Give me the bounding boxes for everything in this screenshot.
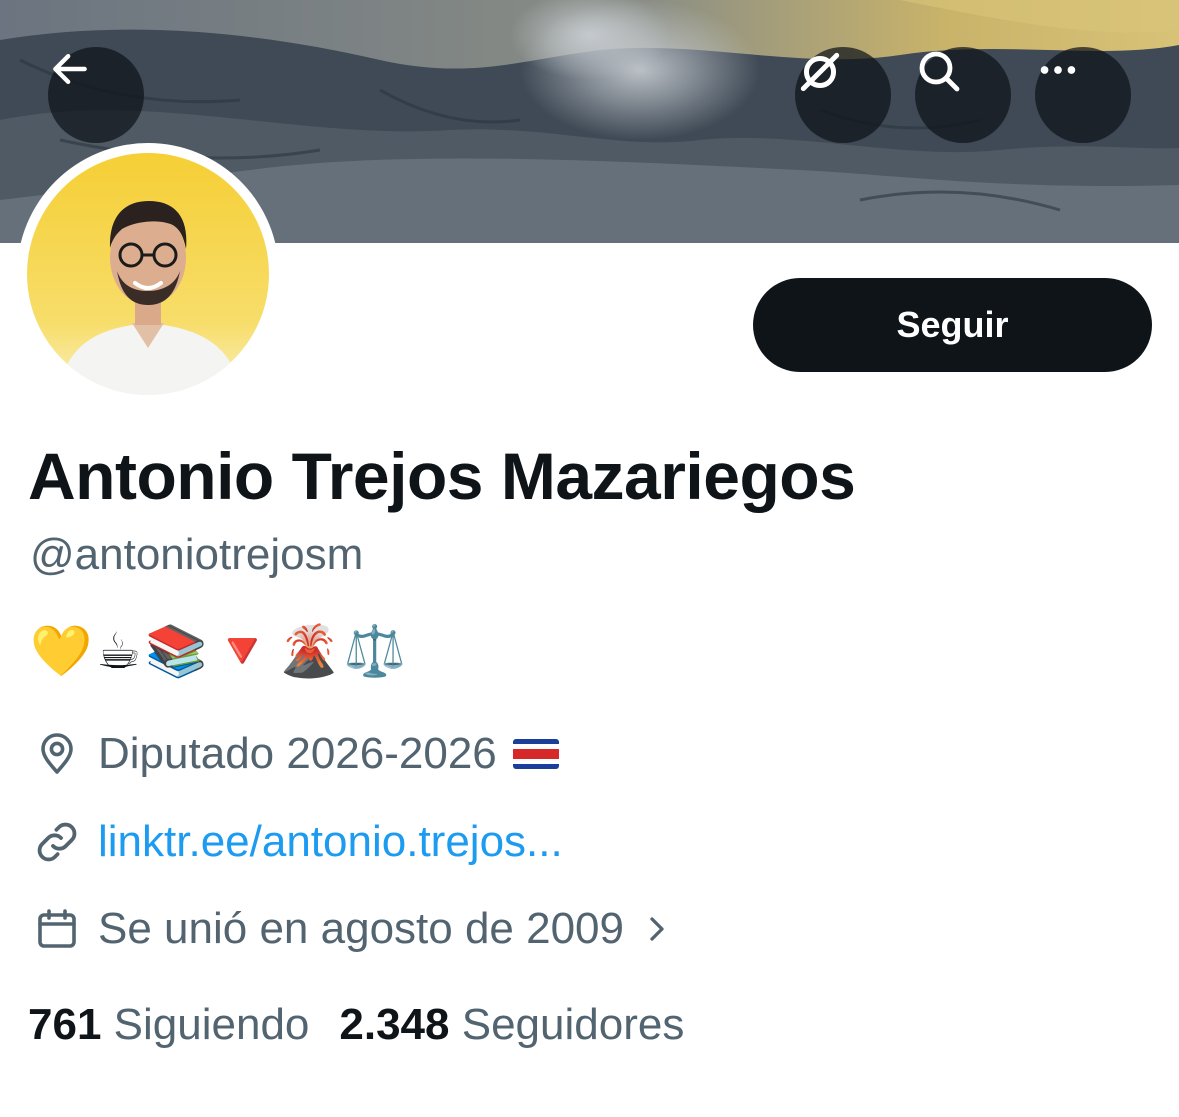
website-row: linktr.ee/antonio.trejos... [30,812,563,872]
followers-link[interactable]: 2.348 Seguidores [339,1000,684,1049]
link-icon [30,815,84,869]
profile-bio: 💛☕📚🔻🌋⚖️ [30,622,411,680]
location-text: Diputado 2026-2026 [98,729,497,778]
follow-button[interactable]: Seguir [753,278,1152,372]
back-button[interactable] [48,47,144,143]
location-pin-icon [30,727,84,781]
following-link[interactable]: 761 Siguiendo [28,1000,309,1049]
profile-avatar[interactable] [17,143,279,405]
following-label: Siguiendo [113,1000,310,1049]
display-name: Antonio Trejos Mazariegos [28,439,856,513]
arrow-left-icon [53,53,87,85]
search-icon [919,51,960,92]
avatar-photo [27,153,269,395]
grok-button[interactable] [795,47,891,143]
following-count: 761 [28,1000,102,1049]
joined-row[interactable]: Se unió en agosto de 2009 [30,899,672,959]
followers-count: 2.348 [339,1000,450,1049]
more-horizontal-icon [1040,66,1076,74]
joined-text: Se unió en agosto de 2009 [98,904,625,953]
calendar-icon [30,902,84,956]
costa-rica-flag-icon [512,739,559,769]
chevron-right-icon [642,909,672,949]
more-button[interactable] [1035,47,1131,143]
location-row: Diputado 2026-2026 [30,724,559,784]
search-button[interactable] [915,47,1011,143]
followers-label: Seguidores [461,1000,685,1049]
follow-stats: 761 Siguiendo 2.348 Seguidores [28,1000,684,1050]
website-link[interactable]: linktr.ee/antonio.trejos... [98,817,563,867]
user-handle: @antoniotrejosm [30,530,364,579]
circle-slash-icon [800,52,840,92]
